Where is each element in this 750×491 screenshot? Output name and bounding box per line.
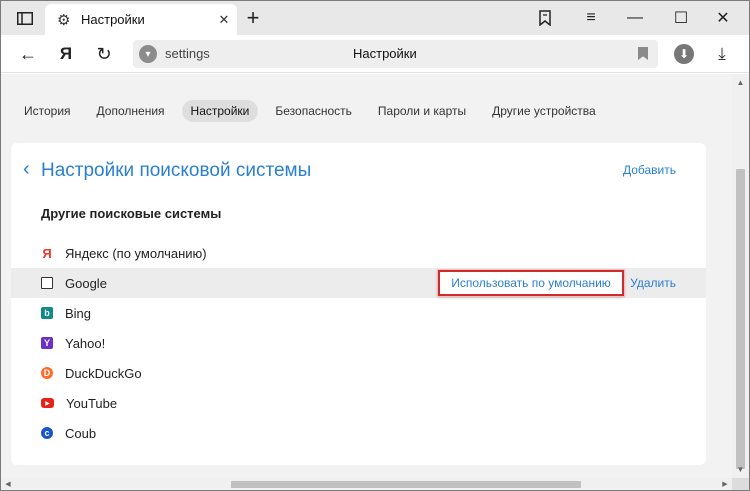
scroll-right-icon[interactable]: ▶: [718, 478, 732, 490]
nav-settings[interactable]: Настройки: [181, 100, 259, 122]
yahoo-icon: Y: [41, 337, 53, 349]
scroll-down-icon[interactable]: ▼: [732, 461, 749, 478]
coub-icon: c: [41, 427, 53, 439]
omnibox[interactable]: ▾ settings Настройки: [133, 40, 658, 68]
engine-name: Google: [65, 275, 107, 291]
horizontal-scroll-thumb[interactable]: [231, 481, 581, 488]
bookmarks-icon[interactable]: [525, 1, 565, 35]
horizontal-scrollbar[interactable]: ◀ ▶: [1, 478, 732, 490]
add-engine-link[interactable]: Добавить: [623, 163, 676, 177]
omnibox-page-title: Настройки: [353, 46, 417, 61]
engine-row-bing[interactable]: b Bing: [11, 298, 706, 328]
downloads-icon[interactable]: ⤓: [709, 39, 735, 69]
engine-name: Coub: [65, 425, 97, 441]
tab-bar: ⚙ Настройки ✕ + ≡ — ☐ ✕: [1, 1, 749, 35]
yandex-logo-icon[interactable]: Я: [49, 35, 83, 73]
reload-icon[interactable]: ↻: [87, 35, 121, 73]
engine-list: Я Яндекс (по умолчанию) Google Использов…: [11, 238, 706, 448]
engine-row-google[interactable]: Google Использовать по умолчанию Удалить: [11, 268, 706, 298]
address-bar: ← Я ↻ ▾ settings Настройки ⬇ ⤓: [1, 35, 749, 73]
nav-security[interactable]: Безопасность: [266, 100, 361, 122]
back-arrow-icon[interactable]: ←: [11, 35, 45, 73]
tabs-panel-icon[interactable]: [5, 1, 45, 35]
tab-settings[interactable]: ⚙ Настройки ✕: [45, 4, 237, 35]
engine-row-youtube[interactable]: ▶ YouTube: [11, 388, 706, 418]
search-engine-settings-card: ‹ Настройки поисковой системы Добавить Д…: [11, 143, 706, 465]
yandex-icon: Я: [42, 245, 52, 261]
address-text[interactable]: settings: [165, 46, 210, 61]
scroll-up-icon[interactable]: ▲: [732, 74, 749, 91]
nav-history[interactable]: История: [15, 100, 80, 122]
menu-icon[interactable]: ≡: [571, 1, 611, 35]
new-tab-button[interactable]: +: [233, 1, 273, 35]
vertical-scroll-thumb[interactable]: [736, 169, 745, 469]
bing-icon: b: [41, 307, 53, 319]
engine-name: Bing: [65, 305, 92, 321]
engine-row-yandex[interactable]: Я Яндекс (по умолчанию): [11, 238, 706, 268]
minimize-icon[interactable]: —: [615, 1, 655, 35]
bookmark-icon[interactable]: [638, 47, 648, 60]
nav-passwords[interactable]: Пароли и карты: [369, 100, 475, 122]
nav-devices[interactable]: Другие устройства: [483, 100, 605, 122]
scroll-left-icon[interactable]: ◀: [1, 478, 15, 490]
browser-window: ⚙ Настройки ✕ + ≡ — ☐ ✕ ← Я ↻ ▾ settings…: [0, 0, 750, 491]
section-title: Другие поисковые системы: [41, 206, 222, 221]
set-default-button[interactable]: Использовать по умолчанию: [438, 270, 624, 296]
nav-extensions[interactable]: Дополнения: [88, 100, 174, 122]
download-circle-icon[interactable]: ⬇: [674, 44, 694, 64]
maximize-icon[interactable]: ☐: [661, 1, 701, 35]
site-info-icon[interactable]: ▾: [139, 45, 157, 63]
settings-nav: История Дополнения Настройки Безопасност…: [15, 99, 613, 123]
engine-name: Яндекс (по умолчанию): [65, 245, 207, 261]
gear-icon: ⚙: [57, 11, 71, 29]
delete-engine-link[interactable]: Удалить: [630, 276, 676, 290]
google-icon: [41, 277, 53, 289]
engine-row-coub[interactable]: c Coub: [11, 418, 706, 448]
window-close-icon[interactable]: ✕: [703, 1, 743, 35]
engine-row-duckduckgo[interactable]: D DuckDuckGo: [11, 358, 706, 388]
youtube-icon: ▶: [41, 398, 54, 408]
engine-name: Yahoo!: [65, 335, 106, 351]
vertical-scrollbar[interactable]: ▲ ▼: [732, 74, 749, 478]
scrollbar-corner: [732, 478, 749, 490]
engine-row-yahoo[interactable]: Y Yahoo!: [11, 328, 706, 358]
back-chevron-icon[interactable]: ‹: [23, 158, 30, 180]
page-title: Настройки поисковой системы: [41, 160, 312, 181]
settings-page: История Дополнения Настройки Безопасност…: [1, 74, 749, 478]
tab-title: Настройки: [81, 12, 145, 27]
engine-name: DuckDuckGo: [65, 365, 142, 381]
engine-name: YouTube: [66, 395, 118, 411]
duckduckgo-icon: D: [41, 367, 53, 379]
